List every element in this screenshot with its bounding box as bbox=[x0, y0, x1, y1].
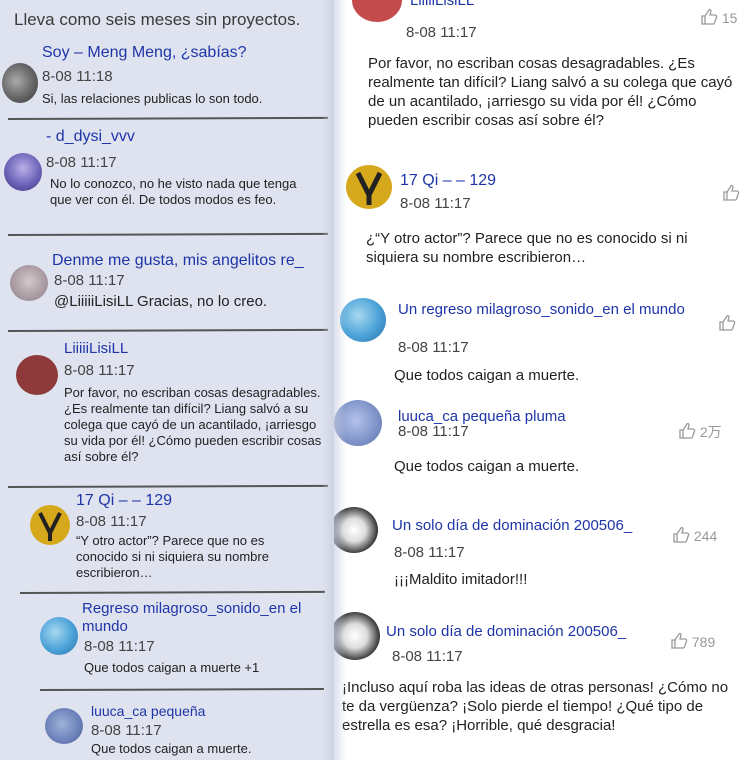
comment-author[interactable]: Denme me gusta, mis angelitos re_ bbox=[52, 252, 304, 270]
comment-text: Que todos caigan a muerte. bbox=[91, 741, 252, 756]
comment-time: 8-08 11:18 bbox=[42, 68, 113, 85]
comment-text: “Y otro actor”? Parece que no es conocid… bbox=[76, 533, 269, 580]
comment-text: Por favor, no escriban cosas desagradabl… bbox=[368, 55, 733, 129]
thumbs-up-icon bbox=[701, 8, 718, 25]
comment-time: 8-08 11:17 bbox=[54, 272, 125, 289]
comment-time: 8-08 11:17 bbox=[84, 638, 155, 655]
avatar[interactable] bbox=[40, 617, 78, 655]
thumbs-up-icon bbox=[723, 184, 740, 201]
like-button[interactable] bbox=[722, 184, 740, 202]
post-header: Lleva como seis meses sin proyectos. bbox=[14, 10, 301, 29]
divider bbox=[7, 484, 329, 488]
avatar[interactable] bbox=[340, 298, 386, 342]
comment-text: ¡¡¡Maldito imitador!!! bbox=[394, 571, 528, 588]
comment-author[interactable]: Soy – Meng Meng, ¿sabías? bbox=[42, 44, 247, 62]
divider bbox=[7, 116, 329, 120]
comment-author[interactable]: LiiiiiLisiLL bbox=[410, 0, 474, 9]
like-button[interactable]: 2万 bbox=[678, 422, 722, 442]
comment-author[interactable]: 17 Qi – – 129 bbox=[76, 492, 172, 510]
avatar[interactable] bbox=[2, 63, 38, 103]
like-button[interactable]: 15 bbox=[700, 8, 737, 26]
comment-text: ¡Incluso aquí roba las ideas de otras pe… bbox=[342, 679, 729, 734]
avatar[interactable] bbox=[10, 265, 48, 301]
comment-time: 8-08 11:17 bbox=[398, 339, 469, 356]
panel-seam bbox=[322, 0, 346, 760]
comment-text: Que todos caigan a muerte. bbox=[394, 367, 580, 384]
comment-text: Que todos caigan a muerte. bbox=[394, 458, 580, 475]
comment-time: 8-08 11:17 bbox=[398, 423, 469, 440]
comment-text: Que todos caigan a muerte +1 bbox=[84, 660, 260, 675]
divider bbox=[39, 688, 325, 691]
comment-text: @LiiiiiLisiLL Gracias, no lo creo. bbox=[54, 293, 268, 310]
avatar-mark-icon bbox=[38, 512, 62, 541]
comment-time: 8-08 11:17 bbox=[91, 722, 162, 739]
thumbs-up-icon bbox=[719, 314, 736, 331]
comment-text: Si, las relaciones publicas lo son todo. bbox=[42, 91, 263, 106]
avatar[interactable] bbox=[346, 165, 392, 209]
avatar[interactable] bbox=[4, 153, 42, 191]
comment-author[interactable]: Un solo día de dominación 200506_ bbox=[392, 517, 632, 534]
like-button[interactable]: 789 bbox=[670, 632, 715, 650]
divider bbox=[7, 328, 329, 332]
divider bbox=[19, 590, 326, 594]
comment-text: ¿“Y otro actor”? Parece que no es conoci… bbox=[366, 230, 688, 266]
like-button[interactable] bbox=[718, 314, 736, 332]
like-button[interactable]: 244 bbox=[672, 526, 717, 544]
like-count: 2万 bbox=[699, 424, 722, 440]
comment-time: 8-08 11:17 bbox=[394, 544, 465, 561]
divider bbox=[7, 232, 329, 236]
avatar[interactable] bbox=[16, 355, 58, 395]
thumbs-up-icon bbox=[671, 632, 688, 649]
thumbs-up-icon bbox=[679, 422, 696, 439]
avatar[interactable] bbox=[45, 708, 83, 744]
comment-time: 8-08 11:17 bbox=[46, 154, 117, 171]
avatar-mark-icon bbox=[355, 171, 383, 205]
comment-author[interactable]: LiiiiiLisiLL bbox=[64, 340, 128, 357]
comment-time: 8-08 11:17 bbox=[76, 513, 147, 530]
comment-text: Por favor, no escriban cosas desagradabl… bbox=[64, 385, 322, 464]
comment-author[interactable]: Regreso milagroso_sonido_en el mundo bbox=[82, 600, 322, 636]
like-count: 15 bbox=[721, 10, 738, 26]
avatar[interactable] bbox=[352, 0, 402, 22]
avatar[interactable] bbox=[30, 505, 70, 545]
right-screenshot-panel: LiiiiiLisiLL 8-08 11:17 15 Por favor, no… bbox=[334, 0, 748, 760]
comment-text: No lo conozco, no he visto nada que teng… bbox=[50, 176, 297, 207]
left-screenshot-panel: Lleva como seis meses sin proyectos. Soy… bbox=[0, 0, 334, 760]
comment-author[interactable]: Un regreso milagroso_sonido_en el mundo bbox=[398, 300, 698, 319]
like-count: 244 bbox=[693, 528, 718, 544]
like-count: 789 bbox=[691, 634, 716, 650]
thumbs-up-icon bbox=[673, 526, 690, 543]
comment-time: 8-08 11:17 bbox=[406, 24, 477, 41]
comment-time: 8-08 11:17 bbox=[400, 195, 471, 212]
comment-author[interactable]: luuca_ca pequeña bbox=[91, 703, 205, 719]
comment-time: 8-08 11:17 bbox=[64, 362, 135, 379]
comment-time: 8-08 11:17 bbox=[392, 648, 463, 665]
comment-author[interactable]: 17 Qi – – 129 bbox=[400, 172, 496, 190]
comment-author[interactable]: Un solo día de dominación 200506_ bbox=[386, 623, 626, 640]
comment-author[interactable]: - d_dysi_vvv bbox=[46, 128, 135, 146]
